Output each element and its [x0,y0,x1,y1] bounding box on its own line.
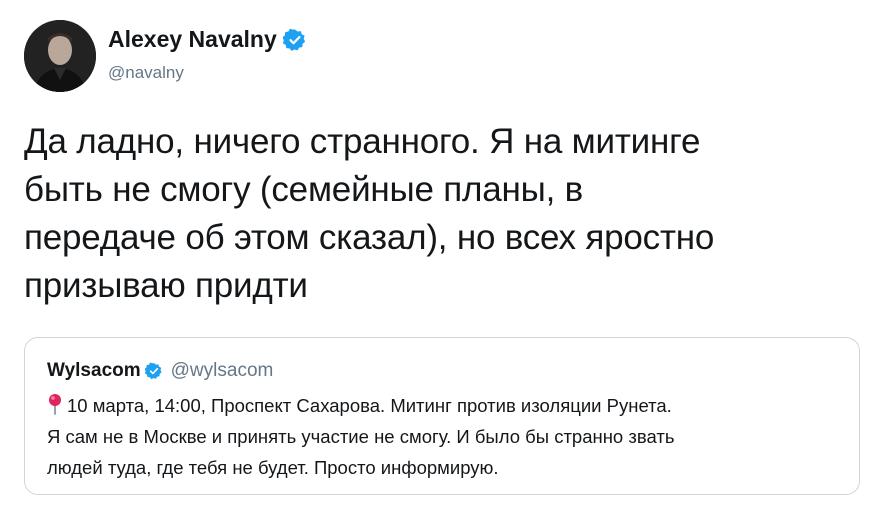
verified-badge-icon [144,362,162,380]
avatar-photo-icon [24,20,96,92]
tweet-text-line: Да ладно, ничего странного. Я на митинге [24,122,701,161]
author-handle[interactable]: @navalny [108,63,184,83]
quoted-author-handle[interactable]: @wylsacom [171,360,274,382]
tweet-text-line: передаче об этом сказал), но всех яростн… [24,218,715,257]
quoted-text-line: людей туда, где тебя не будет. Просто ин… [47,457,499,478]
tweet-text: Да ладно, ничего странного. Я на митинге… [24,118,874,310]
verified-badge-icon [282,28,305,51]
quoted-tweet-header: Wylsacom @wylsacom [47,360,273,382]
author-name[interactable]: Alexey Navalny [108,26,307,53]
quoted-text-line-content: 10 марта, 14:00, Проспект Сахарова. Мити… [67,395,672,416]
tweet-text-line: быть не смогу (семейные планы, в [24,170,584,209]
quoted-tweet-text: 10 марта, 14:00, Проспект Сахарова. Мити… [47,390,847,483]
quoted-author-name[interactable]: Wylsacom [47,360,141,382]
quoted-text-line: 10 марта, 14:00, Проспект Сахарова. Мити… [47,390,847,421]
author-name-text: Alexey Navalny [108,26,277,52]
tweet-text-line: призываю придти [24,266,308,305]
round-pushpin-icon [49,394,61,415]
author-avatar[interactable] [24,20,96,92]
quoted-text-line: Я сам не в Москве и принять участие не с… [47,426,675,447]
quoted-tweet-card[interactable]: Wylsacom @wylsacom 10 марта, 14:00, Прос… [24,337,860,495]
